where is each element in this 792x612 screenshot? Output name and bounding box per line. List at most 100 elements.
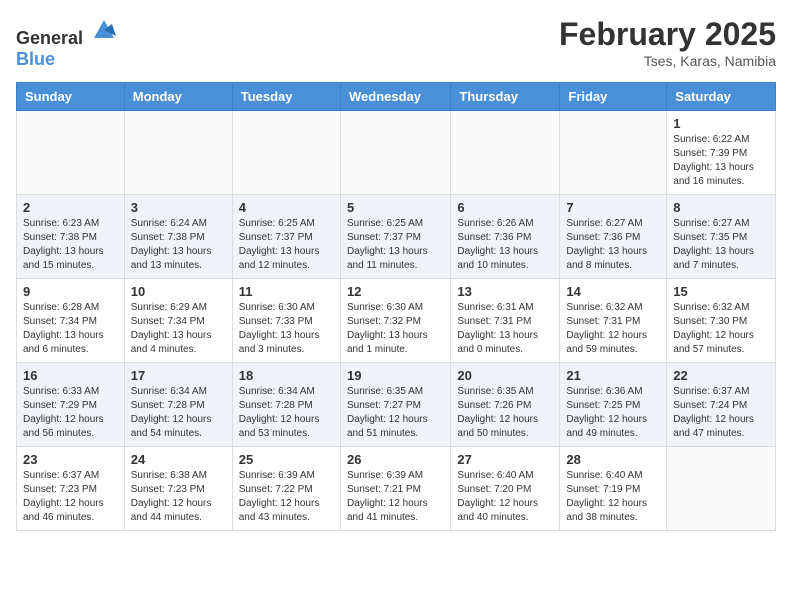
- day-number: 10: [131, 284, 226, 299]
- weekday-header: Tuesday: [232, 83, 340, 111]
- calendar-week-row: 16 Sunrise: 6:33 AM Sunset: 7:29 PM Dayli…: [17, 363, 776, 447]
- day-info: Sunrise: 6:40 AM Sunset: 7:19 PM Dayligh…: [566, 469, 660, 525]
- day-number: 9: [23, 284, 118, 299]
- calendar-cell: 13 Sunrise: 6:31 AM Sunset: 7:31 PM Dayli…: [451, 279, 560, 363]
- calendar-cell: 15 Sunrise: 6:32 AM Sunset: 7:30 PM Dayli…: [667, 279, 776, 363]
- title-block: February 2025 Tses, Karas, Namibia: [559, 16, 776, 69]
- calendar-cell: 25Sunrise: 6:39 AM Sunset: 7:22 PM Dayli…: [232, 447, 340, 531]
- calendar-cell: 5 Sunrise: 6:25 AM Sunset: 7:37 PM Daylig…: [340, 195, 450, 279]
- day-info: Sunrise: 6:34 AM Sunset: 7:28 PM Dayligh…: [131, 385, 226, 441]
- calendar-cell: 11 Sunrise: 6:30 AM Sunset: 7:33 PM Dayli…: [232, 279, 340, 363]
- day-info: Sunrise: 6:39 AM Sunset: 7:21 PM Dayligh…: [347, 469, 444, 525]
- day-number: 15: [673, 284, 769, 299]
- calendar-week-row: 23Sunrise: 6:37 AM Sunset: 7:23 PM Dayli…: [17, 447, 776, 531]
- day-number: 1: [673, 116, 769, 131]
- calendar-cell: 4 Sunrise: 6:25 AM Sunset: 7:37 PM Daylig…: [232, 195, 340, 279]
- day-info: Sunrise: 6:30 AM Sunset: 7:32 PM Dayligh…: [347, 301, 444, 357]
- day-info: Sunrise: 6:37 AM Sunset: 7:24 PM Dayligh…: [673, 385, 769, 441]
- calendar-cell: 2Sunrise: 6:23 AM Sunset: 7:38 PM Daylig…: [17, 195, 125, 279]
- calendar-cell: [451, 111, 560, 195]
- day-number: 28: [566, 452, 660, 467]
- day-info: Sunrise: 6:22 AM Sunset: 7:39 PM Dayligh…: [673, 133, 769, 189]
- calendar-cell: [124, 111, 232, 195]
- page-header: General Blue February 2025 Tses, Karas, …: [16, 16, 776, 70]
- calendar-cell: [232, 111, 340, 195]
- day-info: Sunrise: 6:28 AM Sunset: 7:34 PM Dayligh…: [23, 301, 118, 357]
- calendar-cell: [340, 111, 450, 195]
- location: Tses, Karas, Namibia: [559, 53, 776, 69]
- calendar-cell: 12 Sunrise: 6:30 AM Sunset: 7:32 PM Dayli…: [340, 279, 450, 363]
- day-number: 7: [566, 200, 660, 215]
- day-info: Sunrise: 6:33 AM Sunset: 7:29 PM Dayligh…: [23, 385, 118, 441]
- calendar-cell: 7 Sunrise: 6:27 AM Sunset: 7:36 PM Daylig…: [560, 195, 667, 279]
- calendar-table: SundayMondayTuesdayWednesdayThursdayFrid…: [16, 82, 776, 531]
- day-number: 8: [673, 200, 769, 215]
- day-number: 6: [457, 200, 553, 215]
- calendar-cell: 28 Sunrise: 6:40 AM Sunset: 7:19 PM Dayli…: [560, 447, 667, 531]
- day-number: 18: [239, 368, 334, 383]
- weekday-header: Monday: [124, 83, 232, 111]
- calendar-cell: [17, 111, 125, 195]
- calendar-cell: 16 Sunrise: 6:33 AM Sunset: 7:29 PM Dayli…: [17, 363, 125, 447]
- weekday-header-row: SundayMondayTuesdayWednesdayThursdayFrid…: [17, 83, 776, 111]
- day-info: Sunrise: 6:25 AM Sunset: 7:37 PM Dayligh…: [347, 217, 444, 273]
- day-info: Sunrise: 6:25 AM Sunset: 7:37 PM Dayligh…: [239, 217, 334, 273]
- day-info: Sunrise: 6:32 AM Sunset: 7:30 PM Dayligh…: [673, 301, 769, 357]
- day-info: Sunrise: 6:23 AM Sunset: 7:38 PM Dayligh…: [23, 217, 118, 273]
- calendar-cell: 8 Sunrise: 6:27 AM Sunset: 7:35 PM Daylig…: [667, 195, 776, 279]
- calendar-cell: 10 Sunrise: 6:29 AM Sunset: 7:34 PM Dayli…: [124, 279, 232, 363]
- day-number: 5: [347, 200, 444, 215]
- day-number: 21: [566, 368, 660, 383]
- logo-icon: [90, 16, 118, 44]
- calendar-cell: [667, 447, 776, 531]
- day-info: Sunrise: 6:36 AM Sunset: 7:25 PM Dayligh…: [566, 385, 660, 441]
- calendar-week-row: 9 Sunrise: 6:28 AM Sunset: 7:34 PM Daylig…: [17, 279, 776, 363]
- day-number: 14: [566, 284, 660, 299]
- day-info: Sunrise: 6:35 AM Sunset: 7:26 PM Dayligh…: [457, 385, 553, 441]
- calendar-cell: 19 Sunrise: 6:35 AM Sunset: 7:27 PM Dayli…: [340, 363, 450, 447]
- day-number: 17: [131, 368, 226, 383]
- day-number: 19: [347, 368, 444, 383]
- calendar-cell: 9 Sunrise: 6:28 AM Sunset: 7:34 PM Daylig…: [17, 279, 125, 363]
- calendar-cell: 14Sunrise: 6:32 AM Sunset: 7:31 PM Dayli…: [560, 279, 667, 363]
- calendar-cell: 21 Sunrise: 6:36 AM Sunset: 7:25 PM Dayli…: [560, 363, 667, 447]
- calendar-cell: 1 Sunrise: 6:22 AM Sunset: 7:39 PM Daylig…: [667, 111, 776, 195]
- day-number: 12: [347, 284, 444, 299]
- day-info: Sunrise: 6:40 AM Sunset: 7:20 PM Dayligh…: [457, 469, 553, 525]
- day-info: Sunrise: 6:35 AM Sunset: 7:27 PM Dayligh…: [347, 385, 444, 441]
- weekday-header: Sunday: [17, 83, 125, 111]
- calendar-cell: [560, 111, 667, 195]
- day-number: 20: [457, 368, 553, 383]
- day-info: Sunrise: 6:30 AM Sunset: 7:33 PM Dayligh…: [239, 301, 334, 357]
- logo-blue: Blue: [16, 49, 55, 69]
- day-number: 22: [673, 368, 769, 383]
- day-number: 13: [457, 284, 553, 299]
- logo-text: General Blue: [16, 16, 118, 70]
- calendar-cell: 22 Sunrise: 6:37 AM Sunset: 7:24 PM Dayli…: [667, 363, 776, 447]
- day-info: Sunrise: 6:34 AM Sunset: 7:28 PM Dayligh…: [239, 385, 334, 441]
- day-info: Sunrise: 6:38 AM Sunset: 7:23 PM Dayligh…: [131, 469, 226, 525]
- weekday-header: Wednesday: [340, 83, 450, 111]
- day-number: 25: [239, 452, 334, 467]
- calendar-cell: 20 Sunrise: 6:35 AM Sunset: 7:26 PM Dayli…: [451, 363, 560, 447]
- calendar-week-row: 1 Sunrise: 6:22 AM Sunset: 7:39 PM Daylig…: [17, 111, 776, 195]
- day-info: Sunrise: 6:27 AM Sunset: 7:36 PM Dayligh…: [566, 217, 660, 273]
- calendar-cell: 26Sunrise: 6:39 AM Sunset: 7:21 PM Dayli…: [340, 447, 450, 531]
- calendar-cell: 24Sunrise: 6:38 AM Sunset: 7:23 PM Dayli…: [124, 447, 232, 531]
- day-number: 16: [23, 368, 118, 383]
- day-number: 4: [239, 200, 334, 215]
- weekday-header: Friday: [560, 83, 667, 111]
- day-info: Sunrise: 6:31 AM Sunset: 7:31 PM Dayligh…: [457, 301, 553, 357]
- day-info: Sunrise: 6:29 AM Sunset: 7:34 PM Dayligh…: [131, 301, 226, 357]
- day-info: Sunrise: 6:27 AM Sunset: 7:35 PM Dayligh…: [673, 217, 769, 273]
- calendar-cell: 3Sunrise: 6:24 AM Sunset: 7:38 PM Daylig…: [124, 195, 232, 279]
- calendar-cell: 23Sunrise: 6:37 AM Sunset: 7:23 PM Dayli…: [17, 447, 125, 531]
- weekday-header: Saturday: [667, 83, 776, 111]
- logo: General Blue: [16, 16, 118, 70]
- day-number: 27: [457, 452, 553, 467]
- day-number: 3: [131, 200, 226, 215]
- logo-general: General: [16, 28, 83, 48]
- calendar-cell: 18 Sunrise: 6:34 AM Sunset: 7:28 PM Dayli…: [232, 363, 340, 447]
- day-info: Sunrise: 6:37 AM Sunset: 7:23 PM Dayligh…: [23, 469, 118, 525]
- day-number: 11: [239, 284, 334, 299]
